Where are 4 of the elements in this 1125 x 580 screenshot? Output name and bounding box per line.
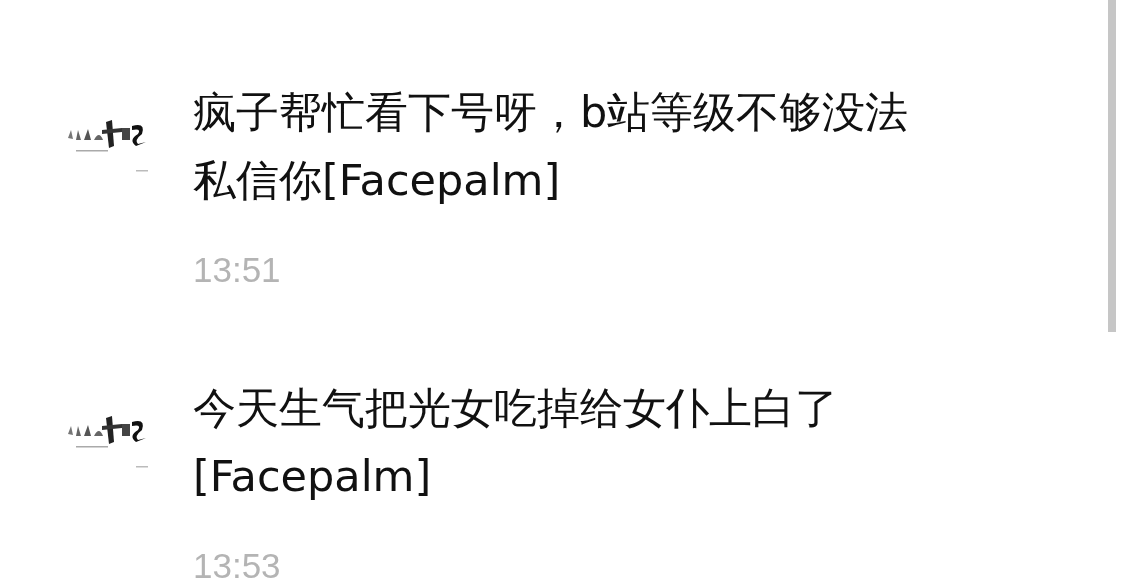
message-time: 13:51 <box>193 249 282 291</box>
message-text: 疯子帮忙看下号呀，b站等级不够没法私信你[Facepalm] <box>193 86 910 207</box>
message-time: 13:53 <box>193 545 282 580</box>
message-text: 今天生气把光女吃掉给女仆上白了[Facepalm] <box>193 382 839 503</box>
